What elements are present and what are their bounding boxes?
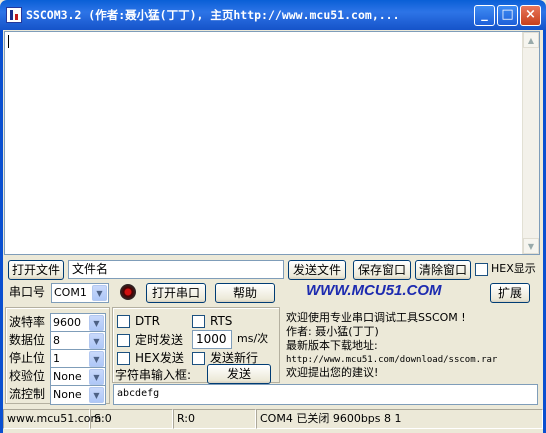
status-sent: S:0 — [90, 409, 173, 429]
dtr-checkbox[interactable] — [117, 315, 130, 328]
baud-label: 波特率 — [9, 315, 46, 329]
send-button[interactable]: 发送 — [207, 364, 271, 384]
hex-send-checkbox[interactable] — [117, 352, 130, 365]
window-title: SSCOM3.2 (作者:聂小猛(丁丁), 主页http://www.mcu51… — [26, 8, 400, 22]
flowctrl-label: 流控制 — [9, 387, 46, 401]
status-port-state: COM4 已关闭 9600bps 8 1 — [256, 409, 543, 429]
baud-select[interactable]: 9600 ▼ — [50, 313, 106, 333]
send-file-button[interactable]: 发送文件 — [288, 260, 346, 280]
rts-checkbox[interactable] — [192, 315, 205, 328]
chevron-down-icon[interactable]: ▼ — [89, 333, 104, 349]
parity-select[interactable]: None ▼ — [50, 367, 106, 387]
maximize-button[interactable]: □ — [497, 5, 518, 26]
file-name-field[interactable]: 文件名 — [68, 260, 284, 279]
clear-window-button[interactable]: 清除窗口 — [415, 260, 471, 280]
flowctrl-select[interactable]: None ▼ — [50, 385, 106, 405]
timed-send-checkbox[interactable] — [117, 334, 130, 347]
input-box-label: 字符串输入框: — [115, 368, 192, 382]
databits-value: 8 — [53, 334, 60, 347]
chevron-down-icon[interactable]: ▼ — [89, 369, 104, 385]
chevron-down-icon[interactable]: ▼ — [89, 387, 104, 403]
dtr-label: DTR — [135, 314, 160, 328]
close-button[interactable]: × — [520, 5, 541, 26]
vertical-scrollbar[interactable]: ▲ ▼ — [522, 32, 539, 254]
send-text-input[interactable]: abcdefg — [113, 384, 538, 405]
timed-send-label: 定时发送 — [135, 333, 184, 347]
databits-label: 数据位 — [9, 333, 46, 347]
hex-send-label: HEX发送 — [135, 351, 184, 365]
send-newline-checkbox[interactable] — [192, 352, 205, 365]
port-select[interactable]: COM1 ▼ — [51, 283, 109, 303]
baud-value: 9600 — [53, 316, 81, 329]
app-icon[interactable] — [6, 7, 22, 23]
interval-input[interactable]: 1000 — [192, 330, 232, 349]
port-select-value: COM1 — [54, 286, 87, 299]
open-file-button[interactable]: 打开文件 — [8, 260, 64, 280]
stopbits-value: 1 — [53, 352, 60, 365]
hex-display-checkbox[interactable] — [475, 263, 488, 276]
status-received: R:0 — [173, 409, 256, 429]
receive-textarea[interactable]: ▲ ▼ — [4, 31, 540, 255]
chevron-down-icon[interactable]: ▼ — [92, 285, 107, 301]
minimize-button[interactable]: _ — [474, 5, 495, 26]
stopbits-label: 停止位 — [9, 351, 46, 365]
port-label: 串口号 — [9, 285, 46, 299]
chevron-down-icon[interactable]: ▼ — [89, 351, 104, 367]
scroll-down-arrow-icon[interactable]: ▼ — [523, 238, 539, 254]
chevron-down-icon[interactable]: ▼ — [89, 315, 104, 331]
interval-unit-label: ms/次 — [237, 332, 269, 345]
flowctrl-value: None — [53, 388, 82, 401]
parity-label: 校验位 — [9, 369, 46, 383]
databits-select[interactable]: 8 ▼ — [50, 331, 106, 351]
scroll-up-arrow-icon[interactable]: ▲ — [523, 32, 539, 48]
hex-display-label: HEX显示 — [491, 262, 536, 275]
open-port-button[interactable]: 打开串口 — [146, 283, 206, 303]
parity-value: None — [53, 370, 82, 383]
brand-logo[interactable]: WWW.MCU51.COM — [306, 282, 442, 299]
info-line-5: 欢迎提出您的建议! — [286, 366, 379, 379]
help-button[interactable]: 帮助 — [215, 283, 275, 303]
expand-button[interactable]: 扩展 — [490, 283, 530, 303]
rts-label: RTS — [210, 314, 233, 328]
window-frame-left — [0, 30, 3, 433]
save-window-button[interactable]: 保存窗口 — [353, 260, 411, 280]
text-caret — [8, 35, 9, 48]
port-status-led-icon — [120, 284, 136, 300]
stopbits-select[interactable]: 1 ▼ — [50, 349, 106, 369]
status-site: www.mcu51.com — [3, 409, 101, 429]
